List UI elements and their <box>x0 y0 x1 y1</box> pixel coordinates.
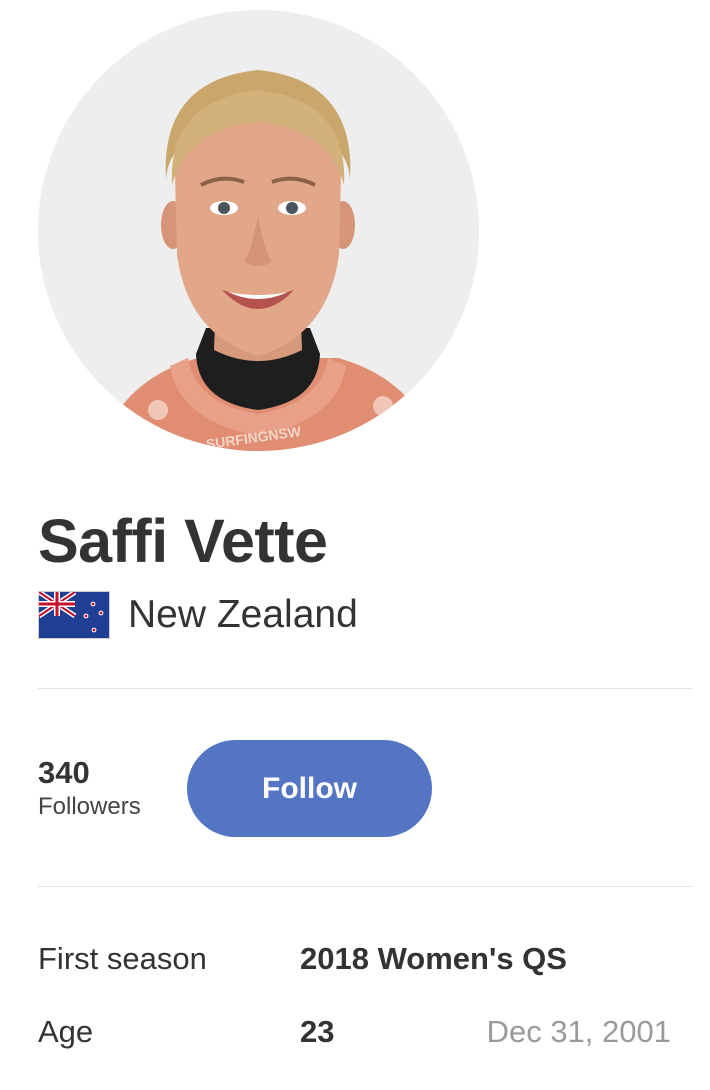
divider-top <box>38 688 693 689</box>
new-zealand-flag-icon <box>38 591 110 639</box>
followers-stat: 340 Followers <box>38 755 141 823</box>
follow-button[interactable]: Follow <box>187 740 432 837</box>
country-row: New Zealand <box>38 590 358 640</box>
country-name: New Zealand <box>128 593 358 636</box>
birth-date: Dec 31, 2001 <box>486 1014 671 1049</box>
athlete-avatar: SURFINGNSW <box>38 10 479 451</box>
first-season-value: 2018 Women's QS <box>300 941 567 976</box>
athlete-photo: SURFINGNSW <box>38 10 479 451</box>
first-season-row: First season 2018 Women's QS <box>38 941 688 985</box>
followers-count: 340 <box>38 755 90 790</box>
athlete-name: Saffi Vette <box>38 507 328 575</box>
followers-label: Followers <box>38 793 141 820</box>
divider-bottom <box>38 886 693 887</box>
age-row: Age 23 Dec 31, 2001 <box>38 1014 688 1058</box>
first-season-label: First season <box>38 941 207 976</box>
age-label: Age <box>38 1014 94 1049</box>
age-value: 23 <box>300 1014 335 1049</box>
